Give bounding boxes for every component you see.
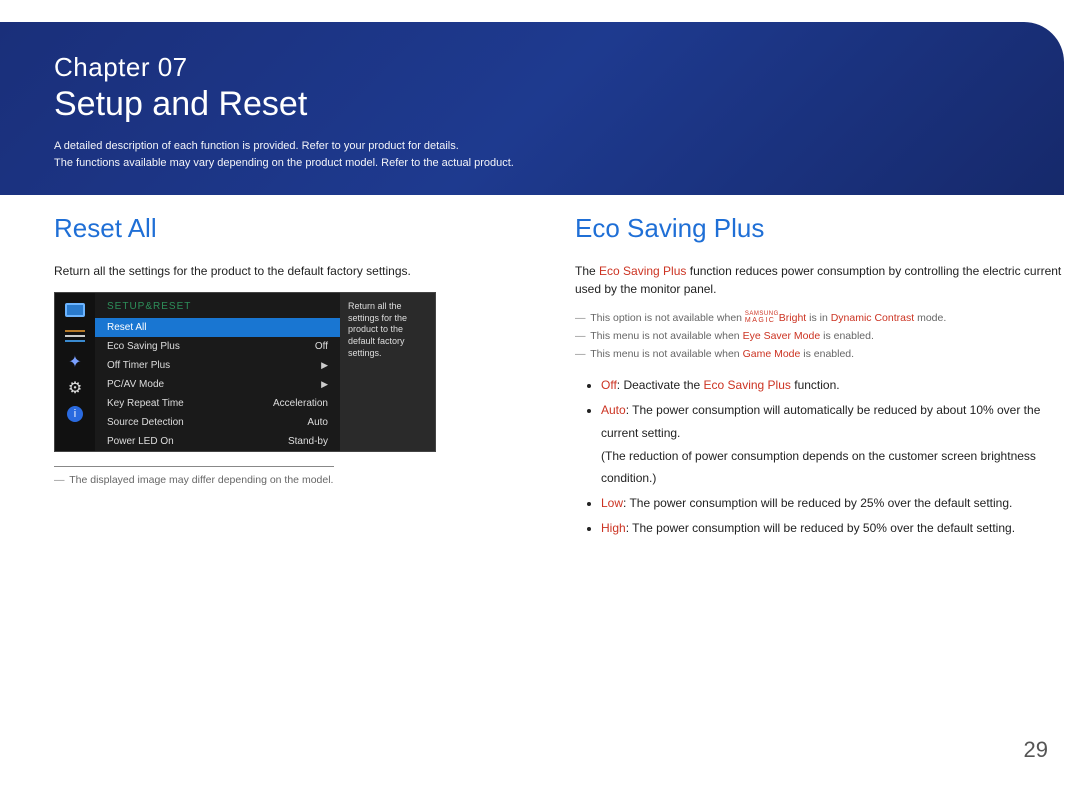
footnote: ― The displayed image may differ dependi…	[54, 473, 543, 489]
osd-row-label: Eco Saving Plus	[107, 341, 180, 352]
text-segment: is enabled.	[820, 330, 874, 342]
osd-row-label: PC/AV Mode	[107, 379, 164, 390]
osd-menu-title: SETUP&RESET	[95, 293, 340, 318]
chapter-desc-line: A detailed description of each function …	[54, 138, 1064, 155]
text-segment: : Deactivate the	[617, 378, 704, 392]
right-column: Eco Saving Plus The Eco Saving Plus func…	[575, 213, 1064, 542]
dash-icon: ―	[575, 330, 586, 342]
option-subtext: (The reduction of power consumption depe…	[601, 445, 1064, 491]
text-segment: : The power consumption will automatical…	[601, 403, 1040, 440]
note-magic-bright: ― This option is not available when SAMS…	[575, 310, 1064, 327]
text-segment: This menu is not available when	[590, 348, 742, 360]
dash-icon: ―	[575, 312, 586, 324]
highlight-text: Game Mode	[743, 348, 801, 360]
option-label: Off	[601, 378, 617, 392]
option-low: Low: The power consumption will be reduc…	[601, 492, 1064, 515]
note-game-mode: ― This menu is not available when Game M…	[575, 347, 1064, 363]
osd-row-reset-all: Reset All	[95, 318, 340, 337]
text-segment: mode.	[914, 312, 946, 324]
page-number: 29	[1024, 737, 1048, 763]
text-segment: : The power consumption will be reduced …	[626, 521, 1015, 535]
chevron-right-icon: ▶	[321, 379, 328, 390]
highlight-text: Eye Saver Mode	[743, 330, 821, 342]
osd-row-value: Off	[315, 341, 328, 352]
osd-row-pcav: PC/AV Mode ▶	[95, 375, 340, 394]
osd-row-off-timer: Off Timer Plus ▶	[95, 356, 340, 375]
option-label: Auto	[601, 403, 626, 417]
highlight-text: Dynamic Contrast	[831, 312, 914, 324]
highlight-text: Bright	[779, 312, 806, 324]
highlight-text: Eco Saving Plus	[704, 378, 791, 392]
text-segment: MAGIC	[745, 317, 779, 324]
osd-row-label: Reset All	[107, 322, 146, 333]
picture-icon	[63, 301, 87, 319]
section-heading-eco-saving: Eco Saving Plus	[575, 213, 1064, 244]
dash-icon: ―	[575, 348, 586, 360]
samsung-magic-label: SAMSUNGMAGIC	[745, 311, 779, 324]
osd-screenshot: ✦ ⚙ i SETUP&RESET Reset All Eco Saving P…	[54, 292, 436, 452]
text-segment: is enabled.	[800, 348, 854, 360]
option-label: Low	[601, 496, 623, 510]
color-icon	[63, 327, 87, 345]
text-segment: This menu is not available when	[590, 330, 742, 342]
highlight-text: Eco Saving Plus	[599, 264, 686, 278]
info-icon: i	[63, 405, 87, 423]
chapter-number: Chapter 07	[54, 52, 1064, 83]
option-high: High: The power consumption will be redu…	[601, 517, 1064, 540]
eco-saving-options-list: Off: Deactivate the Eco Saving Plus func…	[575, 374, 1064, 540]
reset-all-description: Return all the settings for the product …	[54, 262, 543, 280]
osd-row-value: Acceleration	[273, 398, 328, 409]
osd-row-value: Auto	[307, 417, 328, 428]
onscreen-display-icon: ✦	[63, 353, 87, 371]
osd-row-eco-saving: Eco Saving Plus Off	[95, 337, 340, 356]
eco-saving-intro: The Eco Saving Plus function reduces pow…	[575, 262, 1064, 298]
chapter-title: Setup and Reset	[54, 85, 1064, 124]
footnote-divider	[54, 466, 334, 467]
osd-row-label: Off Timer Plus	[107, 360, 170, 371]
text-segment: function.	[791, 378, 840, 392]
osd-row-label: Power LED On	[107, 436, 174, 447]
osd-row-label: Source Detection	[107, 417, 184, 428]
osd-row-key-repeat: Key Repeat Time Acceleration	[95, 394, 340, 413]
dash-icon: ―	[54, 474, 65, 486]
osd-row-value: Stand-by	[288, 436, 328, 447]
osd-menu-rows: Reset All Eco Saving Plus Off Off Timer …	[95, 318, 340, 451]
osd-row-label: Key Repeat Time	[107, 398, 184, 409]
option-off: Off: Deactivate the Eco Saving Plus func…	[601, 374, 1064, 397]
settings-gear-icon: ⚙	[63, 379, 87, 397]
text-segment: The	[575, 264, 599, 278]
osd-sidebar-icons: ✦ ⚙ i	[55, 293, 95, 451]
footnote-text: The displayed image may differ depending…	[69, 474, 333, 486]
chevron-right-icon: ▶	[321, 360, 328, 371]
text-segment: : The power consumption will be reduced …	[623, 496, 1012, 510]
note-eye-saver: ― This menu is not available when Eye Sa…	[575, 329, 1064, 345]
osd-row-power-led: Power LED On Stand-by	[95, 432, 340, 451]
left-column: Reset All Return all the settings for th…	[54, 213, 543, 542]
chapter-header: Chapter 07 Setup and Reset A detailed de…	[0, 22, 1064, 195]
option-label: High	[601, 521, 626, 535]
content-columns: Reset All Return all the settings for th…	[0, 195, 1080, 542]
text-segment: This option is not available when	[590, 312, 745, 324]
osd-menu: SETUP&RESET Reset All Eco Saving Plus Of…	[95, 293, 340, 451]
chapter-desc-line: The functions available may vary dependi…	[54, 155, 1064, 172]
osd-row-source-detection: Source Detection Auto	[95, 413, 340, 432]
osd-description-panel: Return all the settings for the product …	[340, 293, 435, 451]
option-auto: Auto: The power consumption will automat…	[601, 399, 1064, 490]
chapter-description: A detailed description of each function …	[54, 138, 1064, 171]
section-heading-reset-all: Reset All	[54, 213, 543, 244]
text-segment: is in	[806, 312, 831, 324]
